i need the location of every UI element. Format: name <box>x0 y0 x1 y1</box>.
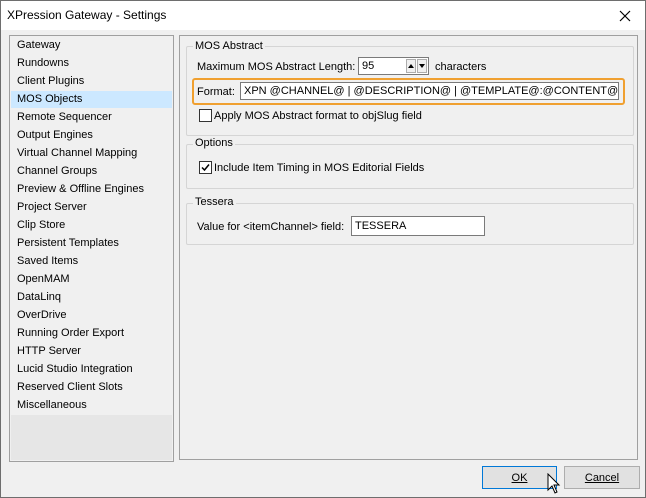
cancel-button-label: Cancel <box>584 471 620 484</box>
sidebar-item[interactable]: OverDrive <box>11 307 172 324</box>
settings-window: XPression Gateway - Settings Gateway Rund… <box>0 0 646 498</box>
ok-button-label: OK <box>511 471 528 484</box>
caret-up-icon <box>408 64 414 68</box>
item-timing-label[interactable]: Include Item Timing in MOS Editorial Fie… <box>214 161 424 175</box>
sidebar-item[interactable]: Persistent Templates <box>11 235 172 252</box>
mos-abstract-group-title: MOS Abstract <box>193 40 265 53</box>
spin-down-button[interactable] <box>417 59 427 73</box>
sidebar-item[interactable]: Channel Groups <box>11 163 172 180</box>
caret-down-icon <box>419 64 425 68</box>
format-label: Format: <box>197 86 235 98</box>
sidebar-item[interactable]: Running Order Export <box>11 325 172 342</box>
settings-category-list[interactable]: Gateway Rundowns Client Plugins MOS Objects… <box>9 35 174 462</box>
sidebar-item[interactable]: Lucid Studio Integration <box>11 361 172 378</box>
spin-up-button[interactable] <box>406 59 416 73</box>
max-length-label: Maximum MOS Abstract Length: <box>197 61 356 73</box>
max-length-value: 95 <box>362 60 375 72</box>
dialog-client-area: Gateway Rundowns Client Plugins MOS Objects… <box>1 30 645 497</box>
checkmark-icon <box>201 164 210 172</box>
apply-slug-checkbox[interactable] <box>199 109 212 122</box>
sidebar-item[interactable]: Remote Sequencer <box>11 109 172 126</box>
sidebar-item[interactable]: Project Server <box>11 199 172 216</box>
sidebar-item[interactable]: Clip Store <box>11 217 172 234</box>
sidebar-item[interactable]: Reserved Client Slots <box>11 379 172 396</box>
options-group-title: Options <box>193 137 235 150</box>
sidebar-item[interactable]: Saved Items <box>11 253 172 270</box>
sidebar-item[interactable]: Virtual Channel Mapping <box>11 145 172 162</box>
sidebar-item[interactable]: OpenMAM <box>11 271 172 288</box>
mouse-cursor-icon <box>547 473 561 494</box>
close-icon <box>619 10 631 21</box>
close-button[interactable] <box>605 1 645 30</box>
tessera-group-title: Tessera <box>193 196 236 209</box>
max-length-spinner[interactable]: 95 <box>358 57 429 75</box>
item-channel-input[interactable]: TESSERA <box>351 216 485 236</box>
sidebar-item[interactable]: Rundowns <box>11 55 172 72</box>
apply-slug-label[interactable]: Apply MOS Abstract format to objSlug fie… <box>214 109 422 123</box>
sidebar-item[interactable]: Client Plugins <box>11 73 172 90</box>
sidebar-item[interactable]: Preview & Offline Engines <box>11 181 172 198</box>
sidebar-item[interactable]: Output Engines <box>11 127 172 144</box>
item-channel-label: Value for <itemChannel> field: <box>197 221 345 233</box>
cancel-button[interactable]: Cancel <box>564 466 640 489</box>
title-bar[interactable]: XPression Gateway - Settings <box>1 1 645 30</box>
list-empty-area <box>11 415 172 460</box>
item-timing-checkbox[interactable] <box>199 161 212 174</box>
sidebar-item[interactable]: DataLinq <box>11 289 172 306</box>
window-title: XPression Gateway - Settings <box>7 8 167 22</box>
ok-button[interactable]: OK <box>482 466 557 489</box>
sidebar-item[interactable]: HTTP Server <box>11 343 172 360</box>
sidebar-item[interactable]: Miscellaneous <box>11 397 172 414</box>
sidebar-item[interactable]: MOS Objects <box>11 91 172 108</box>
format-input[interactable]: XPN @CHANNEL@ | @DESCRIPTION@ | @TEMPLAT… <box>240 82 619 100</box>
sidebar-item[interactable]: Gateway <box>11 37 172 54</box>
characters-label: characters <box>435 61 487 73</box>
